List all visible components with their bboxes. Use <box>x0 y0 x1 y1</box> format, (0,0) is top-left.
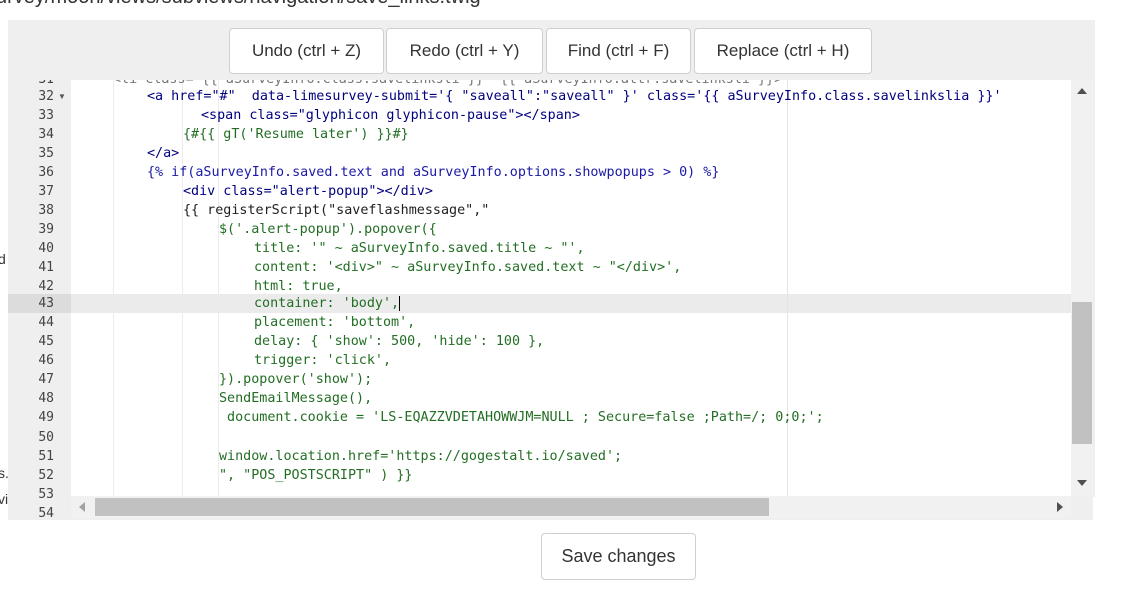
code-line: document.cookie = 'LS-EQAZZVDETAHOWWJM=N… <box>219 410 824 425</box>
find-button[interactable]: Find (ctrl + F) <box>546 28 691 74</box>
code-line: {#{{ gT('Resume later') }}#} <box>183 127 409 142</box>
code-editor[interactable]: 31 32 ▼ 33 34 35 36 37 38 39 40 41 42 43… <box>8 80 1093 520</box>
line-number: 32 <box>38 89 54 104</box>
line-number: 48 <box>38 391 54 406</box>
code-line-text: container: 'body', <box>254 296 400 311</box>
code-line: title: '" ~ aSurveyInfo.saved.title ~ "'… <box>254 241 585 256</box>
code-line: content: '<div>" ~ aSurveyInfo.saved.tex… <box>254 260 682 275</box>
scroll-up-arrow-icon[interactable] <box>1077 88 1087 94</box>
line-number: 33 <box>38 108 54 123</box>
line-number: 36 <box>38 165 54 180</box>
line-number: 45 <box>38 334 54 349</box>
line-number: 39 <box>38 222 54 237</box>
code-line: }).popover('show'); <box>219 372 373 387</box>
scroll-down-arrow-icon[interactable] <box>1077 480 1087 486</box>
line-number: 54 <box>38 506 54 520</box>
save-changes-button[interactable]: Save changes <box>541 533 696 580</box>
line-number: 51 <box>38 449 54 464</box>
line-number: 47 <box>38 372 54 387</box>
left-fragment: d <box>0 251 6 267</box>
line-number: 40 <box>38 241 54 256</box>
line-number: 52 <box>38 468 54 483</box>
fold-arrow-icon[interactable]: ▼ <box>58 87 66 106</box>
text-cursor <box>399 295 401 311</box>
code-line: window.location.href='https://gogestalt.… <box>219 449 623 464</box>
code-line: $('.alert-popup').popover({ <box>219 222 437 237</box>
file-path: urvey/moon/views/subviews/navigation/sav… <box>0 0 481 9</box>
line-number: 43 <box>38 296 54 311</box>
line-number: 37 <box>38 184 54 199</box>
indent-guide <box>113 80 114 496</box>
horizontal-scrollbar[interactable] <box>71 496 1071 518</box>
vertical-scrollbar[interactable] <box>1071 80 1093 496</box>
scroll-left-arrow-icon[interactable] <box>79 502 85 512</box>
line-number-gutter: 31 32 ▼ 33 34 35 36 37 38 39 40 41 42 43… <box>8 80 71 520</box>
line-number: 50 <box>38 430 54 445</box>
code-line: SendEmailMessage(), <box>219 391 373 406</box>
code-line: trigger: 'click', <box>254 353 392 368</box>
code-line: {{ registerScript("saveflashmessage"," <box>183 203 490 218</box>
undo-button[interactable]: Undo (ctrl + Z) <box>229 28 384 74</box>
line-number: 49 <box>38 410 54 425</box>
line-number: 53 <box>38 487 54 502</box>
code-line: <div class="alert-popup"></div> <box>183 184 433 199</box>
code-line: {% if(aSurveyInfo.saved.text and aSurvey… <box>147 165 720 180</box>
code-line: ", "POS_POSTSCRIPT" ) }} <box>219 468 413 483</box>
vertical-scroll-thumb[interactable] <box>1072 302 1092 444</box>
left-fragment: vi <box>0 491 9 507</box>
code-line: <span class="glyphicon glyphicon-pause">… <box>201 108 580 123</box>
code-line: <a href="#" data-limesurvey-submit='{ "s… <box>147 89 1002 104</box>
code-line: container: 'body', <box>254 294 401 313</box>
line-number: 34 <box>38 127 54 142</box>
line-number: 44 <box>38 315 54 330</box>
line-number: 38 <box>38 203 54 218</box>
active-line-highlight <box>71 294 1071 313</box>
print-margin <box>787 80 788 496</box>
code-line: </a> <box>147 146 180 161</box>
horizontal-scroll-thumb[interactable] <box>95 498 769 516</box>
code-area[interactable]: <li class="{{ aSurveyInfo.class.savelink… <box>71 80 1071 496</box>
code-line: placement: 'bottom', <box>254 315 416 330</box>
replace-button[interactable]: Replace (ctrl + H) <box>694 28 872 74</box>
scroll-right-arrow-icon[interactable] <box>1057 502 1063 512</box>
redo-button[interactable]: Redo (ctrl + Y) <box>386 28 543 74</box>
line-number: 35 <box>38 146 54 161</box>
code-line: delay: { 'show': 500, 'hide': 100 }, <box>254 334 545 349</box>
line-number: 46 <box>38 353 54 368</box>
line-number: 41 <box>38 260 54 275</box>
